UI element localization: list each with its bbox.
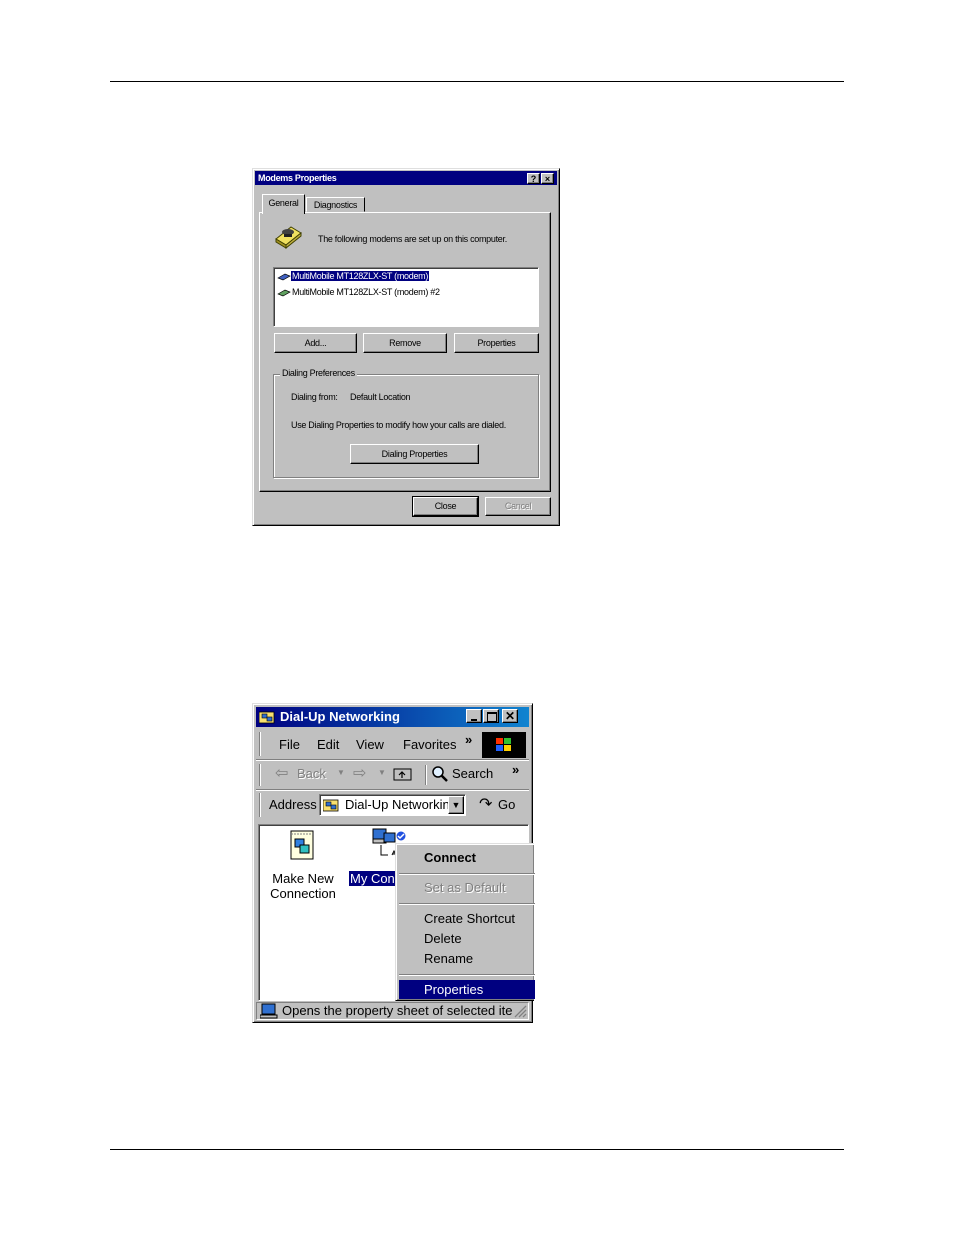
address-combobox[interactable]: Dial-Up Networkin ▼: [319, 794, 466, 816]
menu-item-set-as-default[interactable]: Set as Default: [399, 878, 535, 898]
back-button[interactable]: ⇦ Back ▼: [275, 765, 345, 785]
search-button[interactable]: Search: [431, 765, 501, 785]
go-button[interactable]: ↷ Go: [479, 796, 525, 816]
resize-grip-icon[interactable]: [513, 1004, 527, 1018]
make-new-connection-icon[interactable]: [287, 829, 319, 861]
modem-label: MultiMobile MT128ZLX-ST (modem) #2: [292, 287, 440, 297]
create-shortcut-label: Create Shortcut: [424, 911, 516, 926]
cancel-button-label: Cancel: [504, 501, 532, 511]
dialog-titlebar: Modems Properties: [255, 171, 557, 185]
modem-label: MultiMobile MT128ZLX-ST (modem): [291, 271, 430, 281]
maximize-button[interactable]: [483, 709, 499, 723]
intro-text: The following modems are set up on this …: [318, 234, 507, 244]
forward-arrow-icon[interactable]: ⇨: [353, 763, 366, 783]
context-menu: Connect Set as Default Create Shortcut D…: [395, 843, 535, 1001]
make-new-line1: Make New: [272, 871, 334, 886]
dialup-folder-icon: [323, 799, 339, 812]
dialing-from-value: Default Location: [350, 392, 411, 402]
menu-file[interactable]: File: [279, 737, 300, 752]
menu-grip: [259, 732, 261, 756]
close-button[interactable]: Close: [412, 496, 479, 517]
dialing-properties-button[interactable]: Dialing Properties: [350, 444, 479, 464]
menu-separator: [256, 759, 529, 761]
windows-logo: [482, 732, 526, 758]
menu-view[interactable]: View: [356, 737, 384, 752]
search-label: Search: [452, 766, 494, 781]
go-label: Go: [498, 797, 516, 812]
dialup-networking-window: Dial-Up Networking ✕ File Edit View Favo…: [252, 703, 535, 1023]
set-default-label: Set as Default: [424, 880, 506, 895]
make-new-line2: Connection: [270, 886, 336, 901]
menu-item-rename[interactable]: Rename: [399, 949, 535, 969]
modem-small-icon: [277, 273, 291, 281]
properties-label: Properties: [424, 982, 484, 997]
add-button-label: Add...: [304, 338, 327, 348]
close-icon[interactable]: ×: [541, 173, 554, 184]
menu-item-properties[interactable]: Properties: [399, 980, 535, 999]
go-arrow-icon: ↷: [479, 796, 493, 813]
remove-button-label: Remove: [389, 338, 421, 348]
dialing-group-label: Dialing Preferences: [280, 368, 357, 378]
dialing-from-label: Dialing from:: [291, 392, 338, 402]
properties-button[interactable]: Properties: [454, 333, 539, 353]
menu-favorites[interactable]: Favorites: [403, 737, 456, 752]
make-new-connection-label[interactable]: Make New Connection: [267, 871, 339, 901]
dun-title: Dial-Up Networking: [280, 709, 400, 724]
address-dropdown-button[interactable]: ▼: [448, 796, 464, 814]
menu-item-create-shortcut[interactable]: Create Shortcut: [399, 909, 535, 929]
tab-diagnostics-label: Diagnostics: [313, 200, 358, 210]
back-label: Back: [297, 766, 326, 781]
toolbar-grip: [259, 764, 261, 786]
address-value: Dial-Up Networkin: [345, 797, 450, 812]
delete-label: Delete: [424, 931, 462, 946]
dialog-title: Modems Properties: [258, 173, 337, 183]
dialing-help-text: Use Dialing Properties to modify how you…: [291, 420, 506, 430]
status-text: Opens the property sheet of selected ite…: [282, 1003, 512, 1018]
menu-chevron[interactable]: »: [465, 732, 472, 747]
toolbar-divider: [256, 789, 529, 791]
header-rule: [110, 81, 844, 82]
minimize-button[interactable]: [466, 709, 482, 723]
add-button[interactable]: Add...: [274, 333, 357, 353]
modems-properties-dialog: Modems Properties ? × General Diagnostic…: [252, 168, 560, 526]
context-separator: [399, 974, 535, 976]
properties-button-label: Properties: [477, 338, 516, 348]
modem-small-icon: [277, 289, 291, 297]
list-item[interactable]: MultiMobile MT128ZLX-ST (modem): [277, 270, 430, 282]
dialing-properties-label: Dialing Properties: [381, 449, 448, 459]
tab-general[interactable]: General: [262, 194, 305, 214]
computer-icon: [260, 1003, 278, 1019]
up-folder-icon[interactable]: [393, 766, 413, 782]
address-label: Address: [269, 797, 317, 812]
list-item[interactable]: MultiMobile MT128ZLX-ST (modem) #2: [277, 286, 441, 298]
tab-panel: The following modems are set up on this …: [259, 212, 551, 492]
forward-dropdown-icon[interactable]: ▼: [378, 768, 386, 777]
toolbar-chevron[interactable]: »: [512, 762, 519, 777]
close-icon[interactable]: ✕: [502, 709, 518, 723]
menu-item-delete[interactable]: Delete: [399, 929, 535, 949]
modem-icon: [275, 226, 302, 249]
back-arrow-icon: ⇦: [275, 765, 289, 782]
modem-list[interactable]: MultiMobile MT128ZLX-ST (modem) MultiMob…: [273, 267, 539, 327]
address-grip: [259, 793, 261, 817]
menu-item-connect[interactable]: Connect: [399, 848, 535, 868]
close-button-label: Close: [434, 501, 457, 511]
dialup-folder-icon: [259, 711, 275, 724]
context-separator: [399, 903, 535, 905]
footer-rule: [110, 1149, 844, 1150]
toolbar-separator: [425, 765, 427, 785]
cancel-button[interactable]: Cancel: [485, 497, 551, 516]
search-icon: [432, 766, 448, 782]
help-button[interactable]: ?: [527, 173, 540, 184]
back-dropdown-icon: ▼: [337, 768, 345, 777]
status-bar: Opens the property sheet of selected ite…: [256, 1002, 529, 1020]
connect-label: Connect: [424, 850, 476, 865]
remove-button[interactable]: Remove: [363, 333, 447, 353]
chevron-down-icon: ▼: [451, 800, 461, 810]
tab-general-label: General: [268, 198, 299, 208]
context-separator: [399, 873, 535, 875]
menu-edit[interactable]: Edit: [317, 737, 339, 752]
tab-diagnostics[interactable]: Diagnostics: [306, 197, 365, 212]
rename-label: Rename: [424, 951, 474, 966]
